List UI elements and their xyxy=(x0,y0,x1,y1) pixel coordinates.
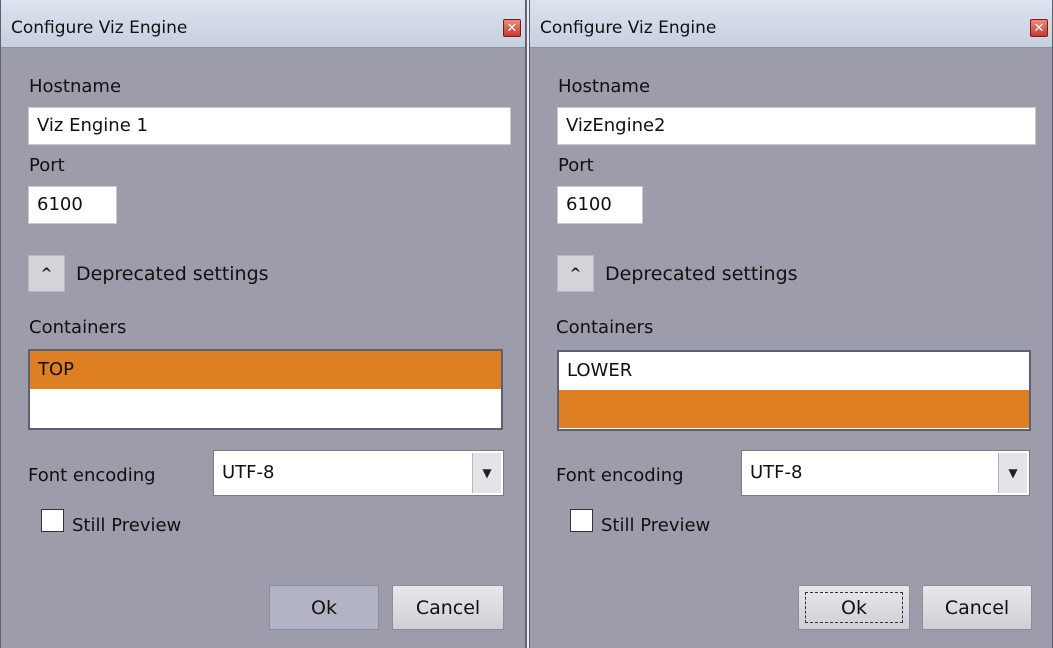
dialog-title: Configure Viz Engine xyxy=(540,18,717,38)
hostname-input[interactable]: VizEngine2 xyxy=(557,107,1036,145)
deprecated-settings-label: Deprecated settings xyxy=(605,262,798,285)
list-item[interactable] xyxy=(559,390,1029,428)
chevron-up-icon[interactable]: ^ xyxy=(28,255,65,292)
still-preview-checkbox[interactable] xyxy=(41,509,64,532)
font-encoding-value: UTF-8 xyxy=(222,462,275,483)
dropdown-arrow-icon[interactable]: ▼ xyxy=(472,453,501,493)
still-preview-checkbox[interactable] xyxy=(570,509,593,532)
still-preview-option[interactable]: Still Preview xyxy=(570,505,710,536)
dropdown-arrow-icon[interactable]: ▼ xyxy=(998,453,1027,493)
still-preview-label: Still Preview xyxy=(601,515,711,536)
still-preview-option[interactable]: Still Preview xyxy=(41,505,181,536)
list-item[interactable] xyxy=(30,389,501,427)
port-label: Port xyxy=(29,155,65,176)
ok-button[interactable]: Ok xyxy=(269,585,379,630)
containers-list[interactable]: LOWER xyxy=(557,350,1031,431)
cancel-button[interactable]: Cancel xyxy=(922,585,1032,630)
close-icon: ✕ xyxy=(1033,20,1045,36)
cancel-button[interactable]: Cancel xyxy=(392,585,504,630)
close-button[interactable]: ✕ xyxy=(1030,19,1048,37)
configure-dialog-1: Configure Viz Engine ✕ Hostname Viz Engi… xyxy=(0,0,526,648)
containers-label: Containers xyxy=(556,317,654,338)
configure-dialog-2: Configure Viz Engine ✕ Hostname VizEngin… xyxy=(529,0,1053,648)
still-preview-label: Still Preview xyxy=(72,515,182,536)
ok-button[interactable]: Ok xyxy=(798,585,910,630)
font-encoding-label: Font encoding xyxy=(556,465,684,486)
containers-list[interactable]: TOP xyxy=(28,349,503,430)
title-bar[interactable]: Configure Viz Engine ✕ xyxy=(530,0,1052,48)
dialog-title: Configure Viz Engine xyxy=(11,18,188,38)
close-button[interactable]: ✕ xyxy=(503,19,521,37)
font-encoding-select[interactable]: UTF-8 ▼ xyxy=(213,450,504,496)
hostname-label: Hostname xyxy=(29,76,122,97)
hostname-label: Hostname xyxy=(558,76,651,97)
title-bar[interactable]: Configure Viz Engine ✕ xyxy=(1,0,525,48)
port-label: Port xyxy=(558,155,594,176)
port-input[interactable]: 6100 xyxy=(28,186,117,224)
containers-label: Containers xyxy=(29,317,127,338)
deprecated-settings-expander[interactable]: ^ Deprecated settings xyxy=(557,255,798,292)
port-input[interactable]: 6100 xyxy=(557,186,643,224)
close-icon: ✕ xyxy=(506,20,518,36)
chevron-up-icon[interactable]: ^ xyxy=(557,255,594,292)
list-item[interactable]: LOWER xyxy=(559,352,1029,390)
hostname-input[interactable]: Viz Engine 1 xyxy=(28,107,511,145)
list-item[interactable]: TOP xyxy=(30,351,501,389)
font-encoding-label: Font encoding xyxy=(28,465,156,486)
deprecated-settings-label: Deprecated settings xyxy=(76,262,269,285)
font-encoding-value: UTF-8 xyxy=(750,462,803,483)
deprecated-settings-expander[interactable]: ^ Deprecated settings xyxy=(28,255,269,292)
font-encoding-select[interactable]: UTF-8 ▼ xyxy=(741,450,1030,496)
